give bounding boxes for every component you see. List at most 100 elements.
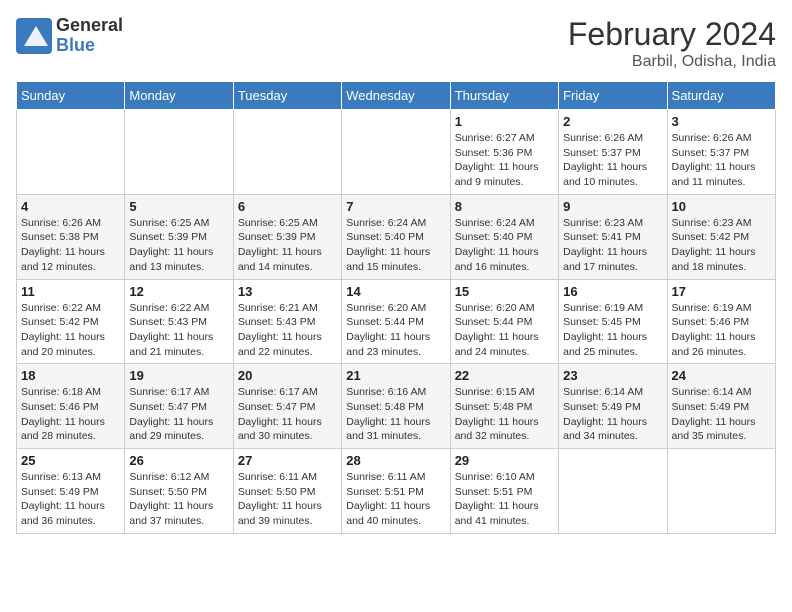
day-info: Sunrise: 6:16 AM Sunset: 5:48 PM Dayligh… [346, 385, 445, 444]
day-number: 27 [238, 453, 337, 468]
calendar-cell: 25Sunrise: 6:13 AM Sunset: 5:49 PM Dayli… [17, 449, 125, 534]
calendar-cell: 9Sunrise: 6:23 AM Sunset: 5:41 PM Daylig… [559, 194, 667, 279]
day-number: 21 [346, 368, 445, 383]
day-info: Sunrise: 6:20 AM Sunset: 5:44 PM Dayligh… [346, 301, 445, 360]
day-info: Sunrise: 6:18 AM Sunset: 5:46 PM Dayligh… [21, 385, 120, 444]
calendar-cell: 22 Sunrise: 6:15 AM Sunset: 5:48 PM Dayli… [450, 364, 558, 449]
weekday-header-monday: Monday [125, 82, 233, 110]
logo-icon [16, 18, 52, 54]
day-info: Sunrise: 6:24 AM Sunset: 5:40 PM Dayligh… [346, 216, 445, 275]
calendar-cell [667, 449, 775, 534]
weekday-header-saturday: Saturday [667, 82, 775, 110]
day-number: 29 [455, 453, 554, 468]
calendar-cell [233, 110, 341, 195]
day-info: Sunrise: 6:23 AM Sunset: 5:41 PM Dayligh… [563, 216, 662, 275]
day-info: Sunrise: 6:26 AM Sunset: 5:37 PM Dayligh… [563, 131, 662, 190]
day-number: 3 [672, 114, 771, 129]
calendar-week-row: 1 Sunrise: 6:27 AM Sunset: 5:36 PM Daylig… [17, 110, 776, 195]
day-number: 19 [129, 368, 228, 383]
calendar-cell: 2 Sunrise: 6:26 AM Sunset: 5:37 PM Daylig… [559, 110, 667, 195]
calendar-cell: 7 Sunrise: 6:24 AM Sunset: 5:40 PM Daylig… [342, 194, 450, 279]
weekday-header-friday: Friday [559, 82, 667, 110]
calendar-cell: 8 Sunrise: 6:24 AM Sunset: 5:40 PM Daylig… [450, 194, 558, 279]
day-number: 24 [672, 368, 771, 383]
calendar-cell: 4 Sunrise: 6:26 AM Sunset: 5:38 PM Daylig… [17, 194, 125, 279]
day-number: 26 [129, 453, 228, 468]
calendar-cell: 19 Sunrise: 6:17 AM Sunset: 5:47 PM Dayli… [125, 364, 233, 449]
day-info: Sunrise: 6:12 AM Sunset: 5:50 PM Dayligh… [129, 470, 228, 529]
day-number: 15 [455, 284, 554, 299]
calendar-cell: 15 Sunrise: 6:20 AM Sunset: 5:44 PM Dayli… [450, 279, 558, 364]
day-info: Sunrise: 6:26 AM Sunset: 5:38 PM Dayligh… [21, 216, 120, 275]
day-info: Sunrise: 6:23 AM Sunset: 5:42 PM Dayligh… [672, 216, 771, 275]
weekday-header-sunday: Sunday [17, 82, 125, 110]
calendar-cell: 5 Sunrise: 6:25 AM Sunset: 5:39 PM Daylig… [125, 194, 233, 279]
day-number: 11 [21, 284, 120, 299]
weekday-header-thursday: Thursday [450, 82, 558, 110]
calendar-cell: 21 Sunrise: 6:16 AM Sunset: 5:48 PM Dayli… [342, 364, 450, 449]
calendar-week-row: 18Sunrise: 6:18 AM Sunset: 5:46 PM Dayli… [17, 364, 776, 449]
calendar-cell: 6Sunrise: 6:25 AM Sunset: 5:39 PM Daylig… [233, 194, 341, 279]
calendar-cell: 20 Sunrise: 6:17 AM Sunset: 5:47 PM Dayli… [233, 364, 341, 449]
day-number: 7 [346, 199, 445, 214]
calendar-cell: 23 Sunrise: 6:14 AM Sunset: 5:49 PM Dayli… [559, 364, 667, 449]
calendar-cell: 29 Sunrise: 6:10 AM Sunset: 5:51 PM Dayli… [450, 449, 558, 534]
day-info: Sunrise: 6:25 AM Sunset: 5:39 PM Dayligh… [129, 216, 228, 275]
day-number: 4 [21, 199, 120, 214]
calendar-table: SundayMondayTuesdayWednesdayThursdayFrid… [16, 81, 776, 534]
calendar-cell: 13 Sunrise: 6:21 AM Sunset: 5:43 PM Dayli… [233, 279, 341, 364]
day-info: Sunrise: 6:20 AM Sunset: 5:44 PM Dayligh… [455, 301, 554, 360]
day-info: Sunrise: 6:22 AM Sunset: 5:43 PM Dayligh… [129, 301, 228, 360]
calendar-cell: 3 Sunrise: 6:26 AM Sunset: 5:37 PM Daylig… [667, 110, 775, 195]
calendar-cell [559, 449, 667, 534]
day-number: 2 [563, 114, 662, 129]
calendar-cell: 24 Sunrise: 6:14 AM Sunset: 5:49 PM Dayli… [667, 364, 775, 449]
calendar-cell: 12 Sunrise: 6:22 AM Sunset: 5:43 PM Dayli… [125, 279, 233, 364]
day-info: Sunrise: 6:11 AM Sunset: 5:51 PM Dayligh… [346, 470, 445, 529]
day-number: 13 [238, 284, 337, 299]
logo: General Blue [16, 16, 123, 56]
day-info: Sunrise: 6:17 AM Sunset: 5:47 PM Dayligh… [238, 385, 337, 444]
calendar-week-row: 4 Sunrise: 6:26 AM Sunset: 5:38 PM Daylig… [17, 194, 776, 279]
day-info: Sunrise: 6:19 AM Sunset: 5:45 PM Dayligh… [563, 301, 662, 360]
calendar-week-row: 25Sunrise: 6:13 AM Sunset: 5:49 PM Dayli… [17, 449, 776, 534]
day-info: Sunrise: 6:15 AM Sunset: 5:48 PM Dayligh… [455, 385, 554, 444]
day-number: 28 [346, 453, 445, 468]
day-info: Sunrise: 6:27 AM Sunset: 5:36 PM Dayligh… [455, 131, 554, 190]
day-info: Sunrise: 6:26 AM Sunset: 5:37 PM Dayligh… [672, 131, 771, 190]
weekday-header-row: SundayMondayTuesdayWednesdayThursdayFrid… [17, 82, 776, 110]
day-number: 23 [563, 368, 662, 383]
day-number: 22 [455, 368, 554, 383]
day-info: Sunrise: 6:14 AM Sunset: 5:49 PM Dayligh… [563, 385, 662, 444]
calendar-cell: 17Sunrise: 6:19 AM Sunset: 5:46 PM Dayli… [667, 279, 775, 364]
calendar-cell [17, 110, 125, 195]
day-info: Sunrise: 6:22 AM Sunset: 5:42 PM Dayligh… [21, 301, 120, 360]
calendar-cell: 16Sunrise: 6:19 AM Sunset: 5:45 PM Dayli… [559, 279, 667, 364]
day-info: Sunrise: 6:24 AM Sunset: 5:40 PM Dayligh… [455, 216, 554, 275]
calendar-cell [342, 110, 450, 195]
calendar-cell: 10Sunrise: 6:23 AM Sunset: 5:42 PM Dayli… [667, 194, 775, 279]
calendar-week-row: 11 Sunrise: 6:22 AM Sunset: 5:42 PM Dayli… [17, 279, 776, 364]
day-number: 8 [455, 199, 554, 214]
page-header: General Blue February 2024 Barbil, Odish… [16, 16, 776, 71]
day-number: 25 [21, 453, 120, 468]
calendar-cell [125, 110, 233, 195]
calendar-cell: 27 Sunrise: 6:11 AM Sunset: 5:50 PM Dayli… [233, 449, 341, 534]
location: Barbil, Odisha, India [568, 53, 776, 71]
day-number: 20 [238, 368, 337, 383]
day-info: Sunrise: 6:17 AM Sunset: 5:47 PM Dayligh… [129, 385, 228, 444]
day-info: Sunrise: 6:11 AM Sunset: 5:50 PM Dayligh… [238, 470, 337, 529]
calendar-cell: 18Sunrise: 6:18 AM Sunset: 5:46 PM Dayli… [17, 364, 125, 449]
weekday-header-tuesday: Tuesday [233, 82, 341, 110]
calendar-cell: 14Sunrise: 6:20 AM Sunset: 5:44 PM Dayli… [342, 279, 450, 364]
day-number: 5 [129, 199, 228, 214]
day-info: Sunrise: 6:14 AM Sunset: 5:49 PM Dayligh… [672, 385, 771, 444]
day-number: 1 [455, 114, 554, 129]
day-info: Sunrise: 6:10 AM Sunset: 5:51 PM Dayligh… [455, 470, 554, 529]
day-number: 12 [129, 284, 228, 299]
weekday-header-wednesday: Wednesday [342, 82, 450, 110]
logo-text: General Blue [56, 16, 123, 56]
day-info: Sunrise: 6:21 AM Sunset: 5:43 PM Dayligh… [238, 301, 337, 360]
day-info: Sunrise: 6:25 AM Sunset: 5:39 PM Dayligh… [238, 216, 337, 275]
calendar-cell: 28 Sunrise: 6:11 AM Sunset: 5:51 PM Dayli… [342, 449, 450, 534]
